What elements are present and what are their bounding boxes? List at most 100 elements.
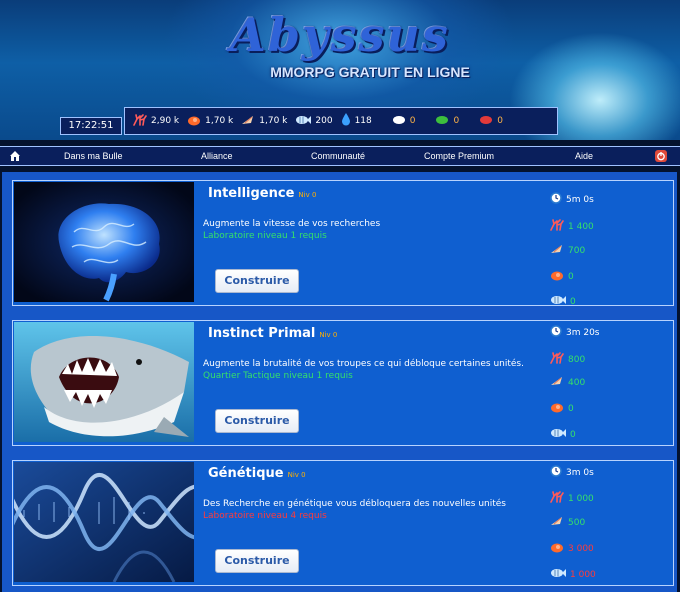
research-requirement: Quartier Tactique niveau 1 requis (203, 371, 353, 381)
cost-conch: 700 (550, 243, 585, 258)
research-time-value: 3m 20s (566, 327, 600, 338)
resource-red-gem-value: 0 (497, 116, 503, 126)
game-logo[interactable]: Abyssus (0, 8, 680, 62)
brain-image (14, 182, 194, 302)
home-icon[interactable] (9, 150, 21, 162)
cost-fish: 0 (550, 294, 576, 309)
cost-fish: 1 000 (550, 567, 596, 582)
research-time-value: 5m 0s (566, 194, 594, 205)
green-gem-icon (435, 115, 449, 128)
cost-coral-value: 800 (568, 354, 586, 365)
fish-icon (550, 427, 566, 442)
cost-conch-value: 700 (568, 245, 586, 256)
research-level: Niv 0 (298, 191, 317, 199)
cost-shell-value: 0 (568, 271, 574, 282)
menu-compte-premium[interactable]: Compte Premium (424, 147, 494, 165)
resource-fish: 200 (295, 114, 333, 129)
coral-icon (550, 219, 564, 234)
resource-green-gem: 0 (435, 115, 459, 128)
research-time: 5m 0s (550, 192, 594, 207)
shell-icon (550, 401, 564, 416)
research-card: Génétique Niv 0 Des Recherche en génétiqu… (7, 460, 674, 586)
cost-coral: 1 400 (550, 219, 594, 234)
cost-shell: 3 000 (550, 541, 594, 556)
shark-image (14, 322, 194, 442)
cost-coral: 1 000 (550, 491, 594, 506)
clock-icon (550, 325, 562, 340)
menu-aide[interactable]: Aide (575, 147, 593, 165)
cost-shell-value: 3 000 (568, 543, 594, 554)
cost-coral: 800 (550, 352, 585, 367)
research-level: Niv 0 (287, 471, 306, 479)
logout-icon[interactable] (655, 150, 667, 162)
resource-shell: 1,70 k (187, 114, 233, 129)
cost-conch: 400 (550, 375, 585, 390)
research-description: Des Recherche en génétique vous débloque… (203, 499, 506, 509)
resource-coral: 2,90 k (133, 113, 179, 129)
cost-fish-value: 0 (570, 296, 576, 307)
resource-fish-value: 200 (315, 116, 333, 126)
resource-green-gem-value: 0 (453, 116, 460, 126)
resource-red-gem: 0 (479, 115, 503, 128)
server-clock: 17:22:51 (60, 117, 122, 135)
build-button[interactable]: Construire (215, 549, 299, 573)
cost-conch: 500 (550, 515, 585, 530)
research-level: Niv 0 (319, 331, 338, 339)
cost-fish-value: 0 (570, 429, 576, 440)
menu-dans-ma-bulle[interactable]: Dans ma Bulle (64, 147, 123, 165)
red-gem-icon (479, 115, 493, 128)
build-button[interactable]: Construire (215, 409, 299, 433)
game-tagline: MMORPG GRATUIT EN LIGNE (270, 64, 470, 80)
conch-icon (550, 243, 564, 258)
clock-icon (550, 465, 562, 480)
cost-conch-value: 500 (568, 517, 586, 528)
fish-icon (550, 567, 566, 582)
coral-icon (550, 352, 564, 367)
resource-conch: 1,70 k (241, 114, 287, 129)
research-card: Instinct Primal Niv 0 Augmente la brutali… (12, 320, 674, 446)
research-title-text: Génétique (208, 466, 284, 481)
research-time: 3m 0s (550, 465, 594, 480)
build-button[interactable]: Construire (215, 269, 299, 293)
resource-white-pearl-value: 0 (409, 116, 416, 126)
research-card: Intelligence Niv 0 Augmente la vitesse de… (12, 180, 674, 309)
cost-coral-value: 1 400 (568, 221, 594, 232)
white-pearl-icon (392, 115, 406, 128)
main-menu: Dans ma Bulle Alliance Communauté Compte… (0, 146, 680, 166)
cost-fish: 0 (550, 427, 576, 442)
shell-icon (187, 114, 201, 129)
resource-water: 118 (341, 113, 372, 129)
cost-shell: 0 (550, 401, 574, 416)
cost-coral-value: 1 000 (568, 493, 594, 504)
fish-icon (295, 114, 312, 129)
research-title: Génétique Niv 0 (208, 466, 306, 481)
clock-icon (550, 192, 562, 207)
resource-bar: 2,90 k 1,70 k 1,70 k 200 118 0 0 0 (124, 107, 558, 135)
research-description: Augmente la brutalité de vos troupes ce … (203, 359, 524, 369)
cost-conch-value: 400 (568, 377, 586, 388)
coral-icon (133, 113, 147, 129)
shell-icon (550, 541, 564, 556)
resource-water-value: 118 (354, 116, 372, 126)
research-time: 3m 20s (550, 325, 600, 340)
shell-icon (550, 269, 564, 284)
cost-shell: 0 (550, 269, 574, 284)
research-title-text: Instinct Primal (208, 326, 316, 341)
research-title-text: Intelligence (208, 186, 295, 201)
fish-icon (550, 294, 566, 309)
menu-communaute[interactable]: Communauté (311, 147, 365, 165)
menu-alliance[interactable]: Alliance (201, 147, 233, 165)
research-title: Intelligence Niv 0 (208, 186, 316, 201)
cost-fish-value: 1 000 (570, 569, 596, 580)
conch-icon (241, 114, 255, 129)
research-time-value: 3m 0s (566, 467, 594, 478)
resource-conch-value: 1,70 k (259, 116, 288, 126)
coral-icon (550, 491, 564, 506)
dna-image (7, 462, 205, 583)
research-title: Instinct Primal Niv 0 (208, 326, 337, 341)
resource-white-pearl: 0 (392, 115, 416, 128)
research-description: Augmente la vitesse de vos recherches (203, 219, 381, 229)
conch-icon (550, 375, 564, 390)
research-list: Intelligence Niv 0 Augmente la vitesse de… (2, 172, 677, 592)
resource-shell-value: 1,70 k (205, 116, 234, 126)
